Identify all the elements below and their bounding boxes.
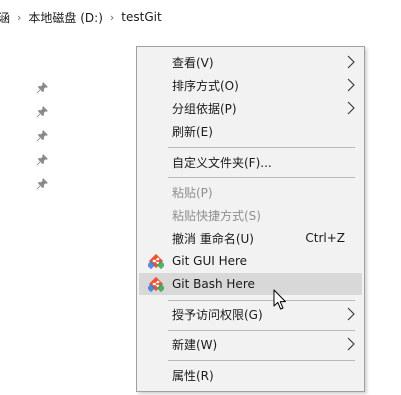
menu-item-properties[interactable]: 属性(R) [139, 364, 362, 386]
menu-separator [168, 300, 355, 301]
menu-item-give-access[interactable]: 授予访问权限(G) [139, 303, 362, 325]
menu-item-paste-shortcut[interactable]: 粘贴快捷方式(S) [139, 204, 362, 226]
menu-separator [168, 330, 355, 331]
pin-icon [36, 106, 48, 118]
menu-item-git-bash[interactable]: Git Bash Here [139, 273, 362, 295]
menu-separator [168, 147, 355, 148]
pin-icon [36, 82, 48, 94]
menu-item-label: 分组依据(P) [172, 101, 237, 116]
chevron-right-icon[interactable]: › [17, 11, 21, 24]
chevron-right-icon [346, 78, 356, 92]
menu-item-refresh[interactable]: 刷新(E) [139, 120, 362, 142]
pin-icon [36, 130, 48, 142]
menu-item-label: 属性(R) [172, 368, 214, 383]
git-logo-icon [148, 253, 164, 269]
menu-item-view[interactable]: 查看(V) [139, 51, 362, 73]
menu-item-label: Git Bash Here [172, 277, 255, 291]
menu-item-label: Git GUI Here [172, 254, 248, 268]
menu-item-label: 查看(V) [172, 55, 214, 70]
menu-item-label: 刷新(E) [172, 124, 213, 139]
menu-item-label: 新建(W) [172, 337, 218, 352]
menu-item-label: 排序方式(O) [172, 78, 239, 93]
breadcrumb: 涵 › 本地磁盘 (D:) › testGit [0, 0, 401, 34]
menu-separator [168, 177, 355, 178]
chevron-right-icon [346, 337, 356, 351]
menu-item-paste[interactable]: 粘贴(P) [139, 181, 362, 203]
context-menu: 查看(V) 排序方式(O) 分组依据(P) 刷新(E) 自定义文件夹(F)...… [136, 46, 365, 392]
menu-item-label: 粘贴(P) [172, 185, 213, 200]
breadcrumb-item-folder[interactable]: testGit [121, 10, 161, 24]
menu-item-label: 撤消 重命名(U) [172, 231, 254, 246]
menu-item-git-gui[interactable]: Git GUI Here [139, 250, 362, 272]
menu-item-group-by[interactable]: 分组依据(P) [139, 97, 362, 119]
pin-icon [36, 178, 48, 190]
pin-icon [36, 154, 48, 166]
chevron-right-icon [346, 55, 356, 69]
breadcrumb-item-drive[interactable]: 本地磁盘 (D:) [28, 9, 102, 26]
breadcrumb-item-parent[interactable]: 涵 [0, 9, 10, 26]
git-logo-icon [148, 276, 164, 292]
chevron-right-icon [346, 307, 356, 321]
menu-item-label: 授予访问权限(G) [172, 307, 263, 322]
menu-item-new[interactable]: 新建(W) [139, 333, 362, 355]
menu-item-label: 自定义文件夹(F)... [172, 155, 272, 170]
mouse-cursor-icon [273, 289, 287, 311]
keyboard-shortcut: Ctrl+Z [305, 231, 345, 245]
menu-item-sort-by[interactable]: 排序方式(O) [139, 74, 362, 96]
chevron-right-icon [346, 101, 356, 115]
menu-item-customize-folder[interactable]: 自定义文件夹(F)... [139, 151, 362, 173]
menu-item-undo-rename[interactable]: 撤消 重命名(U) Ctrl+Z [139, 227, 362, 249]
menu-separator [168, 360, 355, 361]
menu-item-label: 粘贴快捷方式(S) [172, 208, 261, 223]
chevron-right-icon[interactable]: › [110, 11, 114, 24]
